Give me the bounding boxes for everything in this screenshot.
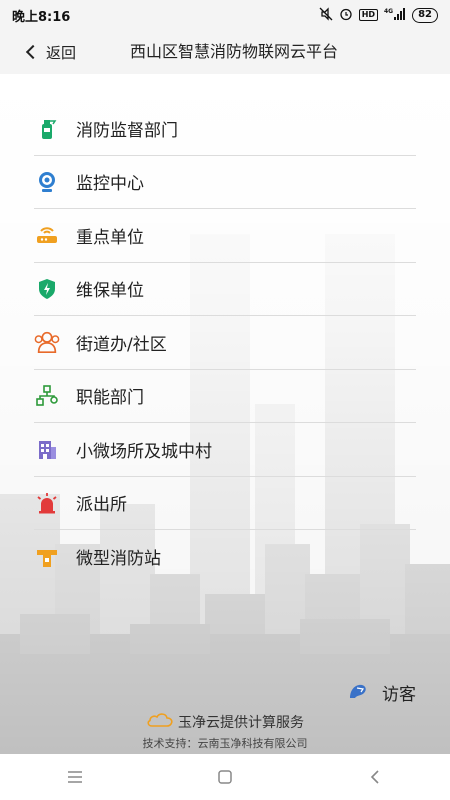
system-nav-bar: [0, 754, 450, 800]
menu-item-key-units[interactable]: 重点单位: [34, 209, 416, 263]
status-icons: HD 4G 82: [319, 6, 438, 24]
visitor-label: 访客: [382, 685, 416, 705]
back-button[interactable]: 返回: [25, 30, 77, 74]
menu-item-monitoring-center[interactable]: 监控中心: [34, 156, 416, 209]
menu-item-small-venues[interactable]: 小微场所及城中村: [34, 423, 416, 477]
footer: 玉净云提供计算服务 技术支持：云南玉净科技有限公司: [0, 712, 450, 751]
menu-item-label: 街道办/社区: [76, 334, 167, 355]
visitor-button[interactable]: 访客: [348, 680, 416, 705]
home-nav-button[interactable]: [195, 757, 255, 797]
menu-item-police-station[interactable]: 派出所: [34, 477, 416, 530]
menu-nav-button[interactable]: [45, 757, 105, 797]
fire-extinguisher-icon: [34, 115, 60, 141]
station-icon: [34, 544, 60, 570]
menu-item-fire-supervision[interactable]: 消防监督部门: [34, 102, 416, 156]
footer-service-text: 玉净云提供计算服务: [178, 715, 304, 731]
mute-icon: [319, 6, 333, 24]
status-time: 晚上8:16: [12, 9, 71, 25]
menu-item-label: 职能部门: [76, 388, 144, 409]
menu-item-maintenance-units[interactable]: 维保单位: [34, 263, 416, 316]
menu-item-label: 消防监督部门: [76, 120, 178, 141]
footer-service-line: 玉净云提供计算服务: [0, 712, 450, 732]
hamburger-icon: [68, 771, 82, 783]
visitor-icon: [348, 682, 368, 704]
cloud-icon: [146, 712, 174, 732]
camera-icon: [34, 169, 60, 195]
header-bar: 返回 西山区智慧消防物联网云平台: [0, 30, 450, 74]
menu-item-street-community[interactable]: 街道办/社区: [34, 316, 416, 370]
network-type: 4G: [384, 8, 393, 15]
menu-item-label: 小微场所及城中村: [76, 441, 212, 462]
menu-item-label: 维保单位: [76, 281, 144, 302]
shield-icon: [34, 276, 60, 302]
building-icon: [34, 436, 60, 462]
back-nav-button[interactable]: [345, 757, 405, 797]
menu-item-label: 派出所: [76, 495, 127, 516]
department-menu: 消防监督部门 监控中心 重点单位 维保单位 街道办/社区 职能部门 小微场所及城…: [34, 102, 416, 584]
router-icon: [34, 222, 60, 248]
org-chart-icon: [34, 383, 60, 409]
battery-indicator: 82: [412, 7, 438, 23]
menu-item-mini-fire-station[interactable]: 微型消防站: [34, 530, 416, 584]
app-screen: 晚上8:16 HD 4G 82 返回 西山区智慧消防物联网云平台 消防监督部门 …: [0, 0, 450, 800]
page-title: 西山区智慧消防物联网云平台: [130, 42, 339, 61]
hd-badge: HD: [358, 9, 379, 21]
back-label: 返回: [46, 43, 77, 62]
chevron-left-icon: [25, 44, 41, 60]
menu-item-functional-departments[interactable]: 职能部门: [34, 370, 416, 423]
signal-icon: 4G: [384, 7, 406, 24]
community-icon: [34, 329, 60, 355]
menu-item-label: 微型消防站: [76, 549, 161, 570]
home-square-icon: [218, 770, 232, 784]
status-bar: 晚上8:16 HD 4G 82: [0, 0, 450, 30]
back-triangle-icon: [370, 770, 379, 784]
siren-icon: [34, 490, 60, 516]
footer-support-text: 技术支持：云南玉净科技有限公司: [142, 737, 308, 750]
menu-item-label: 重点单位: [76, 227, 144, 248]
menu-item-label: 监控中心: [76, 174, 144, 195]
alarm-icon: [339, 7, 353, 24]
